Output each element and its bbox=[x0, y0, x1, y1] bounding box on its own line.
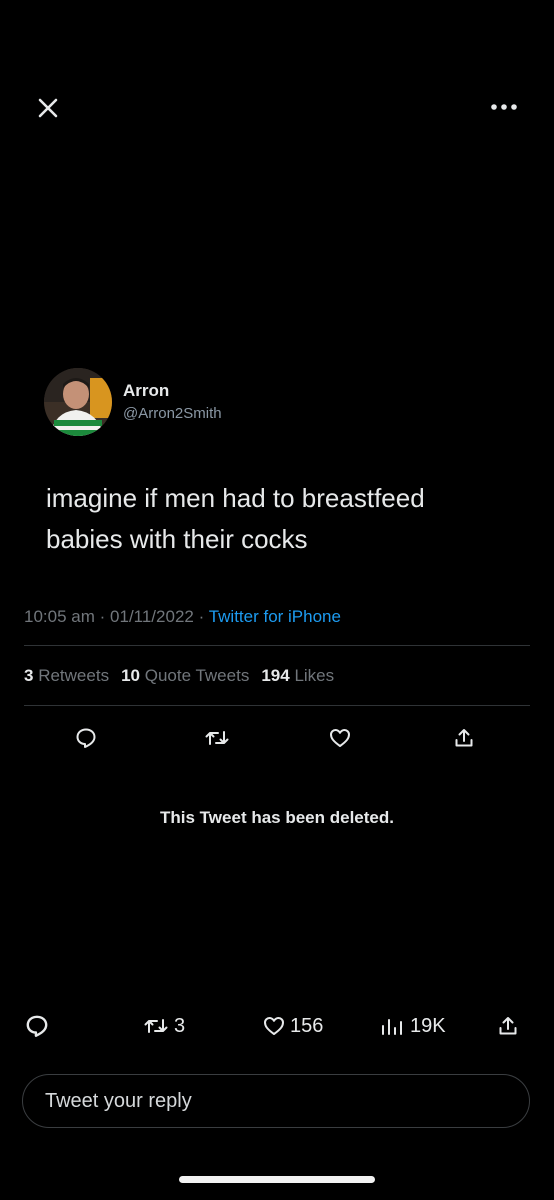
bottom-share-button[interactable] bbox=[496, 1010, 520, 1042]
reply-icon bbox=[26, 1015, 48, 1037]
close-icon bbox=[38, 98, 58, 118]
deleted-tweet-notice: This Tweet has been deleted. bbox=[160, 808, 394, 827]
likes-stat[interactable]: 194 Likes bbox=[261, 666, 334, 685]
close-button[interactable] bbox=[30, 90, 66, 126]
tweet-text-line: babies with their cocks bbox=[46, 524, 308, 554]
view-count: 19K bbox=[410, 1014, 446, 1037]
avatar[interactable] bbox=[44, 368, 112, 436]
home-indicator[interactable] bbox=[179, 1176, 375, 1183]
author-handle[interactable]: @Arron2Smith bbox=[123, 405, 222, 422]
share-icon bbox=[499, 1017, 517, 1035]
like-icon bbox=[264, 1017, 284, 1035]
divider bbox=[24, 705, 530, 706]
reply-icon bbox=[76, 728, 96, 748]
quote-tweets-stat[interactable]: 10 Quote Tweets bbox=[121, 666, 249, 685]
tweet-text: imagine if men had to breastfeed babies … bbox=[46, 478, 526, 560]
tweet-time: 10:05 am bbox=[24, 607, 95, 626]
like-icon bbox=[330, 729, 350, 747]
share-button[interactable] bbox=[446, 722, 482, 754]
retweet-icon bbox=[144, 1019, 168, 1033]
retweet-button[interactable] bbox=[199, 722, 235, 754]
like-button[interactable] bbox=[322, 722, 358, 754]
tweet-date: 01/11/2022 bbox=[110, 607, 194, 626]
meta-separator: · bbox=[198, 607, 205, 626]
reply-button[interactable] bbox=[68, 722, 104, 754]
tweet-source-link[interactable]: Twitter for iPhone bbox=[209, 607, 341, 626]
retweet-icon bbox=[205, 731, 229, 745]
meta-separator: · bbox=[99, 607, 106, 626]
more-options-button[interactable] bbox=[482, 92, 526, 122]
reply-composer[interactable] bbox=[22, 1074, 530, 1128]
bottom-views-button[interactable]: 19K bbox=[380, 1010, 446, 1042]
analytics-icon bbox=[382, 1019, 402, 1035]
retweets-stat[interactable]: 3 Retweets bbox=[24, 666, 109, 685]
author-display-name[interactable]: Arron bbox=[123, 381, 169, 401]
retweet-count: 3 bbox=[174, 1014, 186, 1037]
more-horizontal-icon bbox=[491, 104, 517, 110]
share-icon bbox=[455, 729, 473, 747]
engagement-stats: 3 Retweets 10 Quote Tweets 194 Likes bbox=[24, 666, 334, 686]
bottom-like-button[interactable]: 156 bbox=[262, 1010, 323, 1042]
bottom-reply-button[interactable] bbox=[24, 1010, 50, 1042]
tweet-metadata: 10:05 am · 01/11/2022 · Twitter for iPho… bbox=[24, 607, 341, 627]
reply-input[interactable] bbox=[43, 1088, 487, 1114]
bottom-retweet-button[interactable]: 3 bbox=[142, 1010, 185, 1042]
divider bbox=[24, 645, 530, 646]
tweet-text-line: imagine if men had to breastfeed bbox=[46, 483, 425, 513]
like-count: 156 bbox=[290, 1014, 324, 1037]
